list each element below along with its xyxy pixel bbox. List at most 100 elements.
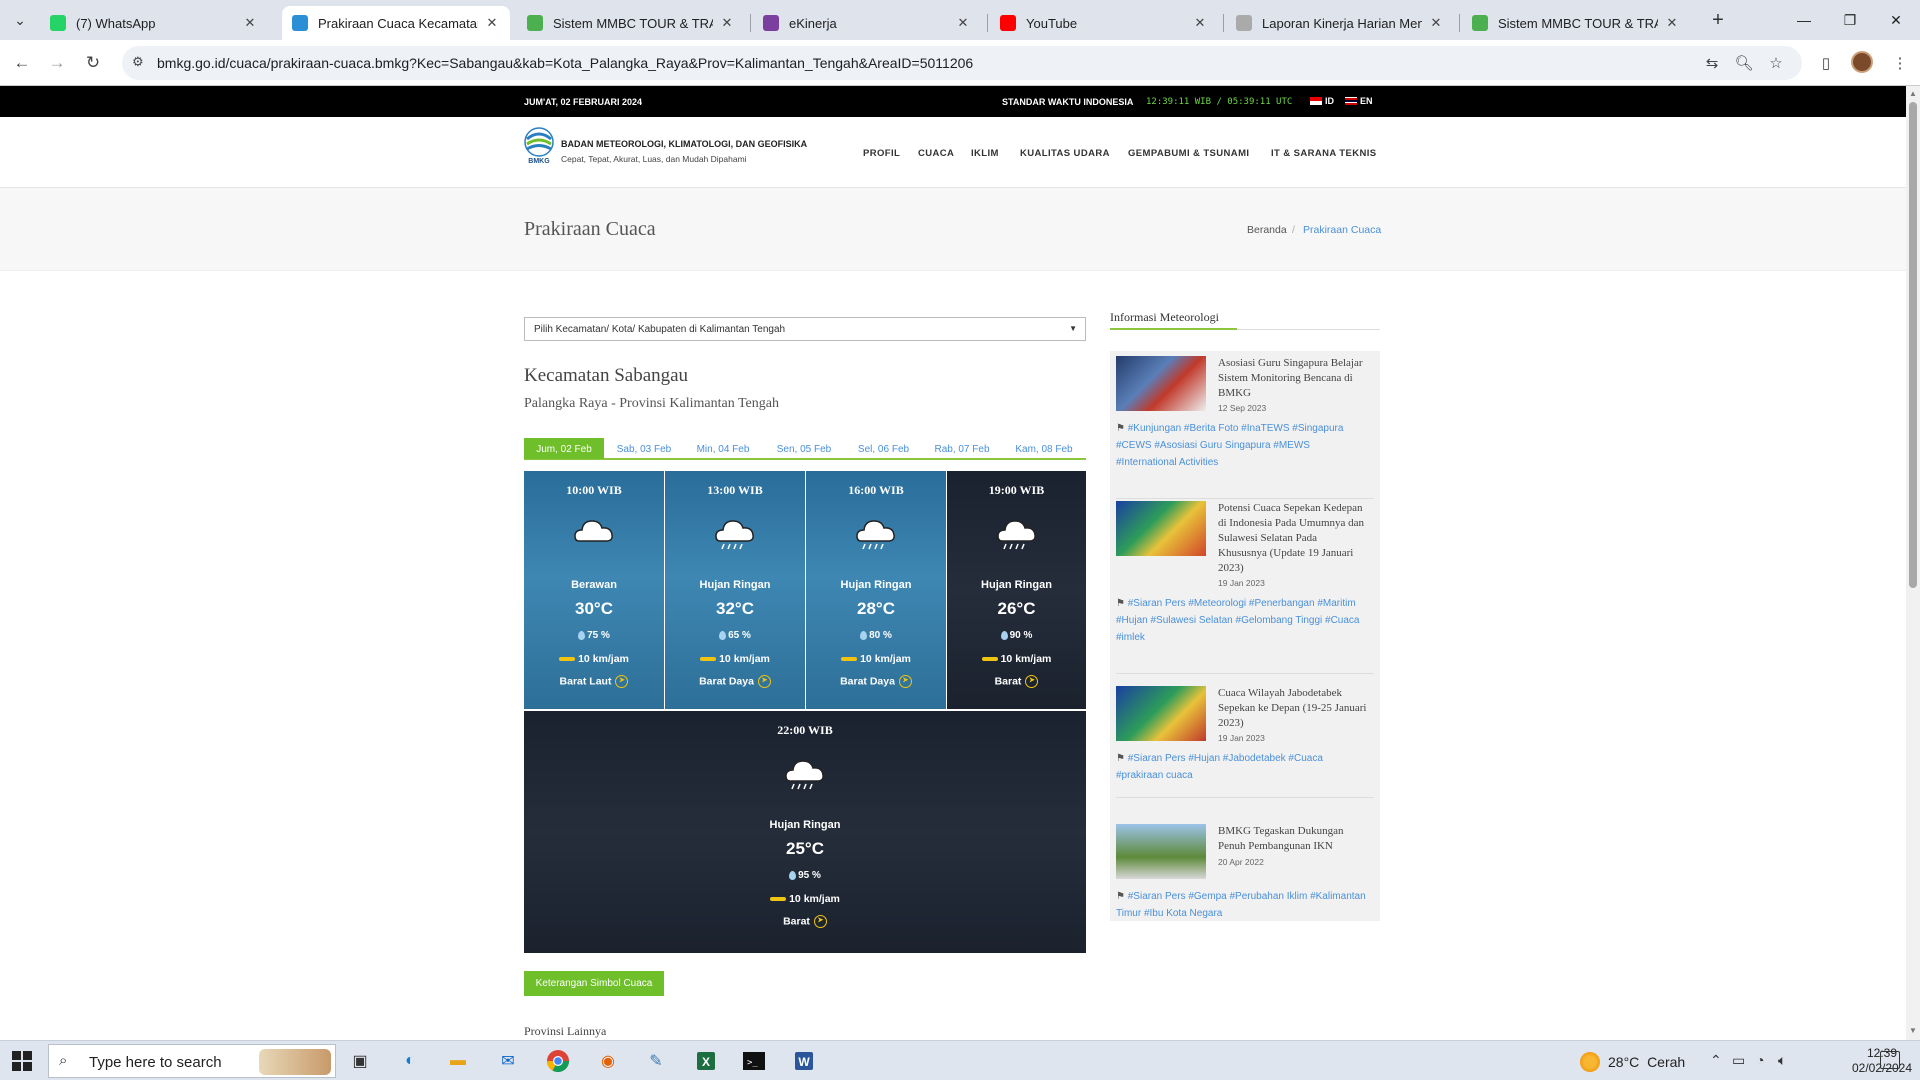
tab-close-icon[interactable]: ✕ [484,15,500,31]
tab-close-icon[interactable]: ✕ [1428,15,1444,31]
edge-icon[interactable]: ◐ [396,1047,424,1075]
news-tags-text[interactable]: #Kunjungan #Berita Foto #InaTEWS #Singap… [1116,423,1343,468]
day-tab[interactable]: Sen, 05 Feb [762,438,846,459]
news-item[interactable]: Cuaca Wilayah Jabodetabek Sepekan ke Dep… [1116,686,1374,816]
tab-search-dropdown[interactable]: ⌄ [8,8,32,32]
menu-iklim[interactable]: IKLIM [971,148,999,159]
news-item[interactable]: Asosiasi Guru Singapura Belajar Sistem M… [1116,356,1374,499]
chrome-icon[interactable] [544,1047,572,1075]
tab-close-icon[interactable]: ✕ [1664,15,1680,31]
location-select[interactable]: Pilih Kecamatan/ Kota/ Kabupaten di Kali… [524,317,1086,341]
menu-kualitas-udara[interactable]: KUALITAS UDARA [1020,148,1110,159]
news-title[interactable]: Potensi Cuaca Sepekan Kedepan di Indones… [1218,501,1368,576]
reload-button[interactable]: ↻ [80,50,106,76]
lang-en-link[interactable]: EN [1345,96,1373,106]
news-thumbnail[interactable] [1116,356,1206,411]
globe-icon [527,15,543,31]
scrollbar-thumb[interactable] [1909,102,1917,588]
breadcrumb-home[interactable]: Beranda [1247,224,1287,236]
menu-gempabumi[interactable]: GEMPABUMI & TSUNAMI [1128,148,1249,159]
browser-tab[interactable]: eKinerja ✕ [753,6,981,40]
lang-en-label: EN [1360,96,1373,106]
news-tags-text[interactable]: #Siaran Pers #Hujan #Jabodetabek #Cuaca … [1116,753,1323,781]
news-tags[interactable]: ⚑ #Siaran Pers #Gempa #Perubahan Iklim #… [1116,888,1366,922]
scroll-down-arrow-icon[interactable]: ▼ [1909,1026,1917,1035]
weather-legend-button[interactable]: Keterangan Simbol Cuaca [524,971,664,996]
file-explorer-icon[interactable]: ▬ [444,1047,472,1075]
bookmark-star-icon[interactable]: ☆ [1765,52,1787,74]
page-scrollbar[interactable]: ▲ ▼ [1906,86,1920,1040]
menu-cuaca[interactable]: CUACA [918,148,954,159]
news-thumbnail[interactable] [1116,824,1206,879]
side-panel-icon[interactable]: ▯ [1815,52,1837,74]
address-bar[interactable]: ⚙ bmkg.go.id/cuaca/prakiraan-cuaca.bmkg?… [122,46,1802,80]
excel-icon[interactable]: X [692,1047,720,1075]
forward-button[interactable]: → [44,50,70,76]
day-tab[interactable]: Min, 04 Feb [683,438,763,459]
news-tags[interactable]: ⚑ #Siaran Pers #Meteorologi #Penerbangan… [1116,595,1366,646]
app-feather-icon[interactable]: ✎ [642,1047,670,1075]
profile-avatar[interactable] [1851,51,1873,73]
scroll-up-arrow-icon[interactable]: ▲ [1909,89,1917,98]
tray-volume-icon[interactable]: 🔈︎ [1778,1052,1786,1069]
taskbar-search[interactable]: ⌕ Type here to search [48,1044,336,1078]
task-view-icon[interactable]: ▣ [346,1047,374,1075]
zoom-icon[interactable]: 🔍︎ [1733,52,1755,74]
news-tags[interactable]: ⚑ #Siaran Pers #Hujan #Jabodetabek #Cuac… [1116,750,1366,784]
news-tags-text[interactable]: #Siaran Pers #Gempa #Perubahan Iklim #Ka… [1116,891,1366,919]
tray-device-icon[interactable]: ▭ [1732,1052,1745,1069]
back-button[interactable]: ← [9,50,35,76]
tab-close-icon[interactable]: ✕ [242,15,258,31]
news-tags-text[interactable]: #Siaran Pers #Meteorologi #Penerbangan #… [1116,598,1360,643]
wind-direction-label: Barat Daya [699,675,754,688]
news-title[interactable]: Asosiasi Guru Singapura Belajar Sistem M… [1218,356,1368,401]
terminal-icon[interactable]: >_ [740,1047,768,1075]
tab-close-icon[interactable]: ✕ [1192,15,1208,31]
mail-icon[interactable]: ✉ [494,1047,522,1075]
windows-start-icon[interactable] [12,1051,32,1071]
news-item[interactable]: Potensi Cuaca Sepekan Kedepan di Indones… [1116,501,1374,683]
minimize-button[interactable]: — [1784,8,1824,32]
restore-button[interactable]: ❐ [1830,8,1870,32]
day-tab[interactable]: Sab, 03 Feb [604,438,684,459]
notification-center-icon[interactable] [1880,1051,1900,1069]
url-text[interactable]: bmkg.go.id/cuaca/prakiraan-cuaca.bmkg?Ke… [157,55,973,71]
day-tab[interactable]: Jum, 02 Feb [524,438,604,459]
news-title[interactable]: Cuaca Wilayah Jabodetabek Sepekan ke Dep… [1218,686,1368,731]
forecast-time: 16:00 WIB [848,483,904,497]
browser-tab[interactable]: Sistem MMBC TOUR & TRAVEL ✕ [1462,6,1690,40]
site-info-icon[interactable]: ⚙ [132,54,144,70]
tray-network-icon[interactable]: ◔ [1756,1052,1764,1068]
firefox-icon[interactable]: ◉ [594,1047,622,1075]
lang-id-link[interactable]: ID [1310,96,1334,106]
browser-tab[interactable]: (7) WhatsApp ✕ [40,6,268,40]
menu-it-sarana[interactable]: IT & SARANA TEKNIS [1271,148,1377,159]
forecast-condition: Hujan Ringan [769,819,841,831]
day-tab[interactable]: Sel, 06 Feb [845,438,922,459]
close-window-button[interactable]: ✕ [1876,8,1916,32]
tray-chevron-up-icon[interactable]: ⌃ [1710,1052,1722,1069]
news-title[interactable]: BMKG Tegaskan Dukungan Penuh Pembangunan… [1218,824,1368,854]
news-item[interactable]: BMKG Tegaskan Dukungan Penuh Pembangunan… [1116,824,1374,919]
browser-tab[interactable]: Laporan Kinerja Harian Menunj ✕ [1226,6,1454,40]
menu-profil[interactable]: PROFIL [863,148,900,159]
tab-close-icon[interactable]: ✕ [719,15,735,31]
search-icon: ⌕ [59,1052,68,1069]
news-divider [1116,498,1374,499]
taskbar-weather[interactable]: 28°C Cerah [1580,1052,1685,1072]
new-tab-button[interactable]: + [1706,8,1730,32]
word-icon[interactable]: W [790,1047,818,1075]
bmkg-logo[interactable]: BMKG [524,127,554,165]
tab-close-icon[interactable]: ✕ [955,15,971,31]
day-tab[interactable]: Rab, 07 Feb [921,438,1003,459]
translate-icon[interactable]: ⇆ [1701,52,1723,74]
day-tab[interactable]: Kam, 08 Feb [1002,438,1086,459]
news-thumbnail[interactable] [1116,501,1206,556]
chrome-menu-icon[interactable]: ⋮ [1889,52,1911,74]
browser-tab[interactable]: Sistem MMBC TOUR & TRAVEL ✕ [517,6,745,40]
browser-tab[interactable]: Prakiraan Cuaca Kecamatan Sab ✕ [282,6,510,40]
browser-tab[interactable]: YouTube ✕ [990,6,1218,40]
news-tags[interactable]: ⚑ #Kunjungan #Berita Foto #InaTEWS #Sing… [1116,420,1366,471]
news-thumbnail[interactable] [1116,686,1206,741]
tab-title: Laporan Kinerja Harian Menunj [1262,15,1422,31]
